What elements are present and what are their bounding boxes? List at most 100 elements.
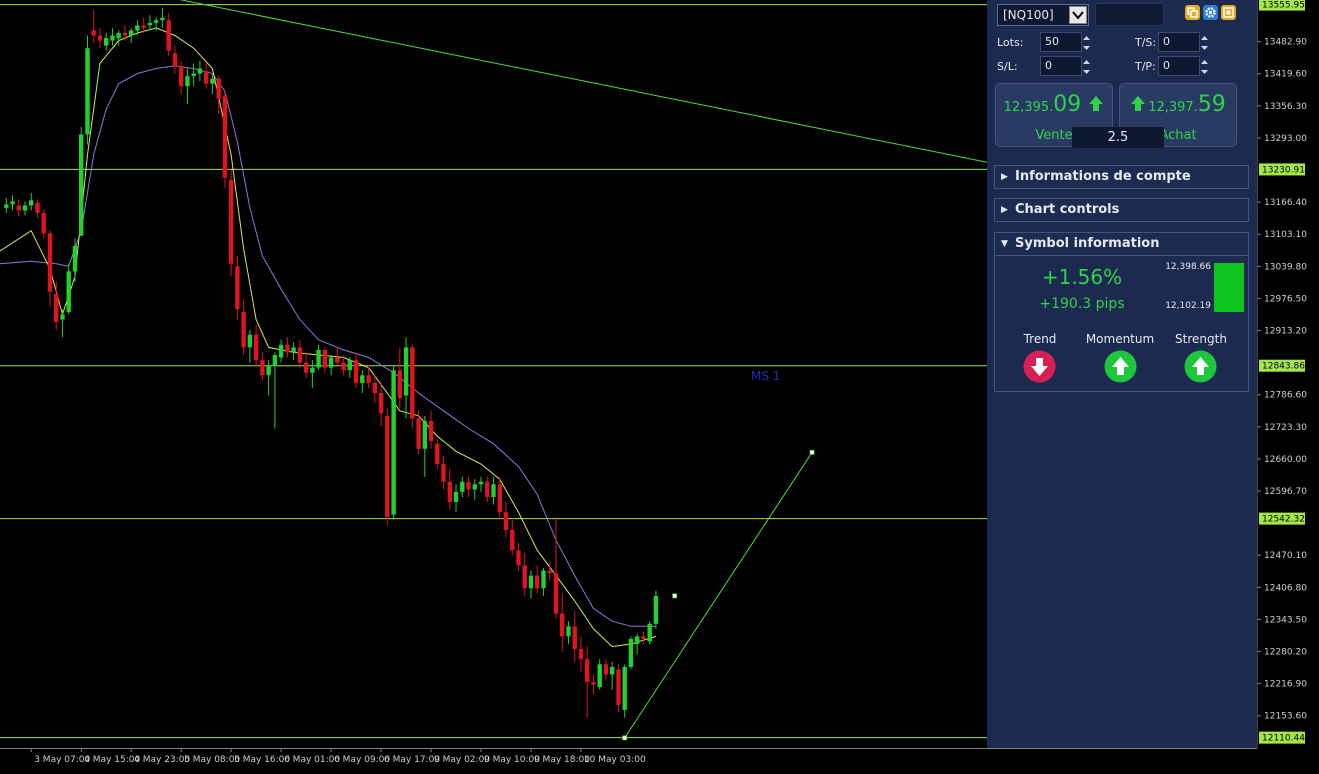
candle-body: [535, 575, 540, 589]
candle-body: [85, 48, 90, 135]
arrow-up-icon: [1089, 96, 1104, 111]
chevron-right-icon: ▶: [1001, 172, 1008, 182]
candle-body: [235, 266, 240, 310]
candle-body: [310, 367, 315, 373]
candle-body: [516, 550, 521, 566]
trendline-anchor: [809, 449, 815, 455]
ts-stepper[interactable]: [1200, 33, 1209, 53]
symbol-select[interactable]: [NQ100]: [997, 4, 1089, 26]
tp-label: T/P:: [1135, 60, 1156, 73]
candle-body: [622, 666, 627, 710]
expand-icon[interactable]: [1221, 5, 1236, 20]
price-tick-label: 13482.90: [1264, 38, 1307, 48]
price-tick-label: 12153.60: [1264, 712, 1307, 722]
candle-body: [503, 512, 509, 530]
candle-body: [541, 570, 546, 589]
gear-icon[interactable]: [1203, 5, 1218, 20]
candle-body: [35, 202, 40, 213]
price-tick-label: 13103.10: [1264, 230, 1307, 240]
time-tick-label: 5 May 16:00: [234, 755, 290, 765]
candle-body: [54, 294, 59, 322]
candle-body: [585, 659, 590, 683]
time-tick-label: 6 May 01:00: [284, 755, 340, 765]
strength-label: Strength: [1175, 332, 1227, 346]
candle-body: [360, 375, 365, 383]
price-tick-label: 12660.00: [1264, 455, 1307, 465]
ts-value: 0: [1163, 35, 1170, 48]
candle-body: [222, 96, 228, 178]
trend-label: Trend: [1023, 332, 1057, 346]
candle-body: [172, 53, 178, 66]
time-tick-label: 6 May 09:00: [334, 755, 390, 765]
candle-body: [335, 357, 340, 363]
candle-body: [266, 365, 271, 376]
candle-body: [385, 415, 390, 518]
candle-body: [210, 78, 215, 84]
trendline-anchor: [672, 593, 678, 599]
lots-input[interactable]: 50: [1040, 32, 1090, 52]
section-symbol-info[interactable]: ▼ Symbol information: [994, 232, 1249, 256]
tp-stepper[interactable]: [1200, 57, 1209, 77]
time-tick-label: 5 May 08:00: [184, 755, 240, 765]
trade-panel: [NQ100] Lots: 50 T/S: 0 S/L: 0 T/P: 0 12…: [987, 0, 1257, 748]
candle-body: [447, 481, 452, 503]
candle-body: [166, 20, 171, 51]
copy-icon[interactable]: [1185, 5, 1200, 20]
arrow-up-icon: [1131, 96, 1146, 111]
candle-body: [641, 636, 646, 639]
moving-average-slow: [0, 65, 656, 627]
candle-body: [141, 25, 146, 28]
sl-input[interactable]: 0: [1040, 56, 1090, 76]
price-tick-label: 13166.40: [1264, 198, 1307, 208]
candle-body: [129, 30, 134, 36]
sl-label: S/L:: [997, 60, 1018, 73]
candle-body: [510, 529, 515, 551]
price-tag-label: 12110.44: [1262, 734, 1305, 744]
price-axis: 13482.90 13419.60 13356.30 13293.00 13166.40…: [1256, 0, 1319, 774]
section-account-info[interactable]: ▶ Informations de compte: [994, 165, 1249, 189]
sell-price: 12,395.09: [996, 92, 1112, 117]
time-tick-label: 9 May 02:00: [434, 755, 490, 765]
candle-body: [116, 33, 121, 39]
lots-value: 50: [1045, 35, 1059, 48]
trendline: [179, 0, 988, 163]
candle-body: [435, 443, 440, 464]
sl-stepper[interactable]: [1082, 57, 1091, 77]
price-tick-label: 12470.10: [1264, 551, 1307, 561]
chevron-down-icon[interactable]: [1069, 6, 1087, 24]
candle-body: [347, 360, 352, 371]
momentum-up-arrow-icon: [1104, 350, 1137, 383]
price-tick-label: 12976.50: [1264, 294, 1307, 304]
candle-body: [241, 311, 246, 348]
ts-input[interactable]: 0: [1158, 32, 1208, 52]
section-account-label: Informations de compte: [1015, 169, 1191, 184]
candle-body: [122, 33, 128, 36]
lots-stepper[interactable]: [1082, 33, 1091, 53]
time-tick-label: 10 May 03:00: [584, 755, 646, 765]
candle-body: [22, 205, 28, 211]
candle-body: [16, 205, 21, 211]
candle-body: [47, 233, 53, 292]
candle-body: [316, 349, 321, 368]
range-bar: [1214, 263, 1244, 312]
candle-body: [441, 464, 446, 482]
candle-body: [197, 68, 203, 74]
candle-body: [478, 481, 484, 485]
candle-body: [191, 73, 196, 76]
trend-down-arrow-icon: [1023, 350, 1056, 383]
candle-body: [410, 347, 415, 419]
candle-body: [341, 362, 346, 371]
candle-body: [328, 357, 334, 368]
candle-body: [460, 481, 465, 492]
candle-body: [391, 370, 396, 515]
price-tag-label: 12843.86: [1262, 362, 1305, 372]
section-chart-controls[interactable]: ▶ Chart controls: [994, 198, 1249, 222]
candle-body: [272, 355, 278, 366]
tp-input[interactable]: 0: [1158, 56, 1208, 76]
symbol-search-input[interactable]: [1095, 3, 1164, 26]
spread-value: 2.5: [1072, 127, 1164, 148]
candle-body: [647, 623, 652, 642]
candle-body: [353, 360, 359, 383]
candle-body: [66, 271, 71, 312]
candle-body: [79, 134, 84, 236]
